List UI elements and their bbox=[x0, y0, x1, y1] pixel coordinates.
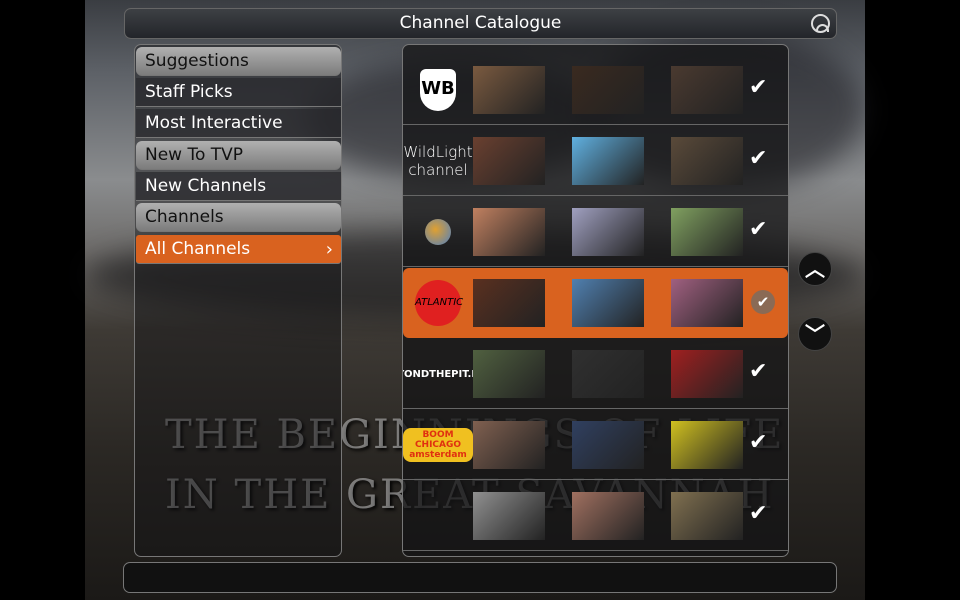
channel-logo: ATLANTIC bbox=[403, 268, 473, 338]
video-thumbnail[interactable] bbox=[473, 421, 545, 469]
subscribed-check-icon[interactable]: ✔ bbox=[749, 359, 767, 384]
video-thumbnail[interactable] bbox=[572, 208, 644, 256]
channel-row[interactable]: ✔ bbox=[403, 481, 788, 551]
chevron-right-icon: › bbox=[325, 239, 333, 260]
channel-logo bbox=[403, 197, 473, 267]
video-thumbnail[interactable] bbox=[572, 137, 644, 185]
video-thumbnail[interactable] bbox=[473, 350, 545, 398]
channel-logo: WB bbox=[403, 55, 473, 125]
video-thumbnail[interactable] bbox=[572, 279, 644, 327]
chevron-down-icon: ﹀ bbox=[805, 322, 825, 346]
channel-row[interactable]: BEYONDTHEPIT.NET ✔ bbox=[403, 339, 788, 409]
channel-list: WB✔WildLight channel✔✔ATLANTIC✔BEYONDTHE… bbox=[402, 44, 789, 557]
category-menu: Suggestions Staff Picks Most Interactive Ne… bbox=[134, 44, 342, 557]
chevron-up-icon: ︿ bbox=[805, 257, 825, 281]
menu-item-label: New Channels bbox=[145, 176, 267, 196]
video-thumbnail[interactable] bbox=[572, 421, 644, 469]
subscribed-check-icon[interactable]: ✔ bbox=[749, 430, 767, 455]
title-bar: Channel Catalogue bbox=[124, 8, 837, 39]
channel-logo: BEYONDTHEPIT.NET bbox=[403, 368, 494, 380]
menu-item-label: Channels bbox=[145, 207, 224, 227]
video-thumbnail[interactable] bbox=[572, 66, 644, 114]
channel-row[interactable]: ATLANTIC ✔ bbox=[403, 268, 788, 338]
channel-row[interactable]: BOOM CHICAGO amsterdam ✔ bbox=[403, 410, 788, 480]
scroll-up-button[interactable]: ︿ bbox=[798, 252, 832, 286]
video-thumbnail[interactable] bbox=[572, 350, 644, 398]
subscribed-check-icon[interactable]: ✔ bbox=[749, 146, 767, 171]
subscribed-check-icon[interactable]: ✔ bbox=[751, 290, 775, 314]
video-thumbnail[interactable] bbox=[671, 137, 743, 185]
menu-item-label: New To TVP bbox=[145, 145, 244, 165]
video-thumbnail[interactable] bbox=[473, 208, 545, 256]
video-thumbnail[interactable] bbox=[671, 208, 743, 256]
scroll-down-button[interactable]: ﹀ bbox=[798, 317, 832, 351]
video-thumbnail[interactable] bbox=[473, 137, 545, 185]
video-thumbnail[interactable] bbox=[671, 66, 743, 114]
channel-row[interactable]: WB ✔ bbox=[403, 55, 788, 125]
channel-row[interactable]: ✔ bbox=[403, 197, 788, 267]
channel-logo bbox=[403, 481, 473, 551]
menu-section-header[interactable]: Suggestions bbox=[136, 47, 341, 76]
page-title: Channel Catalogue bbox=[399, 13, 562, 33]
menu-item-label: Most Interactive bbox=[145, 113, 283, 133]
subscribed-check-icon[interactable]: ✔ bbox=[749, 75, 767, 100]
menu-item[interactable]: Staff Picks bbox=[136, 78, 341, 107]
video-thumbnail[interactable] bbox=[671, 421, 743, 469]
subscribed-check-icon[interactable]: ✔ bbox=[749, 501, 767, 526]
video-thumbnail[interactable] bbox=[473, 492, 545, 540]
menu-item[interactable]: All Channels › bbox=[136, 235, 341, 264]
menu-item-label: All Channels bbox=[145, 239, 251, 259]
menu-section-header[interactable]: Channels bbox=[136, 203, 341, 232]
video-thumbnail[interactable] bbox=[671, 492, 743, 540]
subscribed-check-icon[interactable]: ✔ bbox=[749, 217, 767, 242]
home-icon[interactable] bbox=[811, 14, 830, 33]
channel-logo: BOOM CHICAGO amsterdam bbox=[403, 410, 473, 480]
video-thumbnail[interactable] bbox=[671, 279, 743, 327]
video-thumbnail[interactable] bbox=[671, 350, 743, 398]
menu-item-label: Staff Picks bbox=[145, 82, 233, 102]
menu-item-label: Suggestions bbox=[145, 51, 249, 71]
channel-logo: WildLight channel bbox=[403, 143, 473, 179]
video-thumbnail[interactable] bbox=[572, 492, 644, 540]
bottom-bar bbox=[123, 562, 837, 593]
video-thumbnail[interactable] bbox=[473, 279, 545, 327]
video-thumbnail[interactable] bbox=[473, 66, 545, 114]
menu-item[interactable]: New Channels bbox=[136, 172, 341, 201]
channel-row[interactable]: WildLight channel ✔ bbox=[403, 126, 788, 196]
menu-item[interactable]: Most Interactive bbox=[136, 109, 341, 138]
menu-section-header[interactable]: New To TVP bbox=[136, 141, 341, 170]
